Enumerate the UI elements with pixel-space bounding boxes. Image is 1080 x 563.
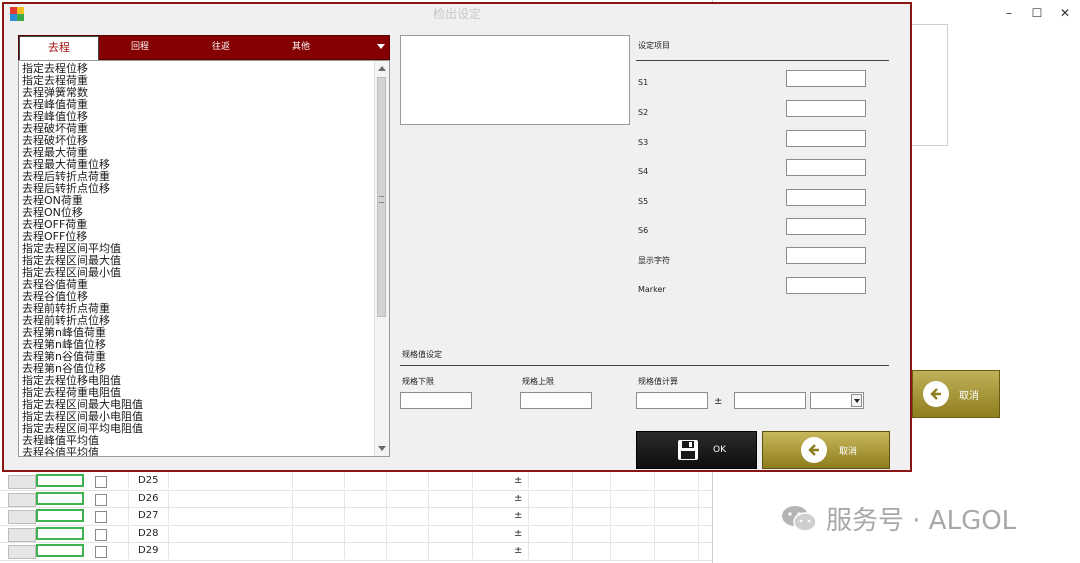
spec-upper-label: 规格上限: [522, 377, 554, 386]
wechat-icon: [782, 505, 817, 532]
back-arrow-icon: [923, 381, 949, 407]
s2-input[interactable]: [786, 100, 866, 117]
s6-label: S6: [638, 226, 649, 235]
grip-icon: [379, 196, 384, 203]
row-pm: ±: [514, 527, 523, 539]
s4-input[interactable]: [786, 159, 866, 176]
row-value-input[interactable]: [36, 491, 84, 505]
row-header-cell[interactable]: [8, 510, 36, 524]
row-header-cell[interactable]: [8, 527, 36, 542]
watermark-text: 服务号 · ALGOL: [826, 506, 1017, 536]
s2-label: S2: [638, 108, 649, 117]
row-label: D25: [138, 475, 159, 486]
row-checkbox[interactable]: [95, 511, 107, 523]
table-row[interactable]: D27 ±: [0, 507, 712, 526]
row-label: D29: [138, 545, 159, 556]
s1-input[interactable]: [786, 70, 866, 87]
row-pm: ±: [514, 475, 523, 486]
spec-divider: [400, 365, 889, 366]
row-label: D28: [138, 527, 159, 539]
ok-button[interactable]: OK: [636, 431, 757, 469]
watermark: 服务号 · ALGOL: [780, 500, 1016, 537]
tab-round-trip[interactable]: 往返: [181, 36, 261, 60]
s5-label: S5: [638, 197, 649, 206]
background-table: D25 ± D26 ± D27 ± D28 ± D29 ±: [0, 470, 712, 563]
row-value-input[interactable]: [36, 544, 84, 557]
scroll-thumb[interactable]: [377, 77, 386, 317]
display-char-input[interactable]: [786, 247, 866, 264]
background-cancel-label: 取消: [959, 390, 979, 402]
marker-label: Marker: [638, 285, 666, 294]
list-item[interactable]: 去程谷值平均值: [22, 447, 374, 457]
tab-dropdown-icon[interactable]: [377, 44, 385, 49]
spec-lower-input[interactable]: [400, 392, 472, 409]
table-row[interactable]: D26 ±: [0, 489, 712, 508]
background-cancel-button[interactable]: 取消: [912, 370, 1000, 418]
row-value-input[interactable]: [36, 509, 84, 522]
spec-pm-symbol: ±: [714, 396, 723, 407]
row-checkbox[interactable]: [95, 528, 107, 541]
s6-input[interactable]: [786, 218, 866, 235]
spec-unit-select[interactable]: [810, 392, 864, 409]
row-checkbox[interactable]: [95, 546, 107, 558]
spec-tolerance-input[interactable]: [734, 392, 806, 409]
row-checkbox[interactable]: [95, 476, 107, 488]
scroll-down-icon[interactable]: [378, 446, 386, 451]
ok-label: OK: [713, 445, 726, 455]
spec-calc-input[interactable]: [636, 392, 708, 409]
tab-outbound[interactable]: 去程: [19, 36, 99, 61]
close-icon[interactable]: ✕: [1058, 6, 1072, 20]
settings-header: 设定项目: [638, 41, 670, 50]
row-header-cell[interactable]: [8, 545, 36, 559]
table-row[interactable]: D28 ±: [0, 524, 712, 543]
spec-header: 规格值设定: [402, 350, 442, 359]
row-header-cell[interactable]: [8, 492, 36, 507]
dialog-title: 检出设定: [432, 7, 481, 21]
maximize-icon[interactable]: ☐: [1030, 6, 1044, 20]
display-char-label: 显示字符: [638, 256, 670, 265]
back-arrow-icon: [801, 437, 827, 463]
row-checkbox[interactable]: [95, 493, 107, 506]
s5-input[interactable]: [786, 189, 866, 206]
list-content: 指定去程位移 指定去程荷重 去程弹簧常数 去程峰值荷重 去程峰值位移 去程破坏荷重 去程破坏…: [22, 63, 374, 457]
tab-return[interactable]: 回程: [99, 36, 181, 60]
detection-item-list[interactable]: 指定去程位移 指定去程荷重 去程弹簧常数 去程峰值荷重 去程峰值位移 去程破坏荷重 去程破坏…: [18, 60, 390, 457]
row-value-input[interactable]: [36, 526, 84, 540]
marker-input[interactable]: [786, 277, 866, 294]
spec-lower-label: 规格下限: [402, 377, 434, 386]
minimize-icon[interactable]: –: [1002, 6, 1016, 20]
row-label: D27: [138, 510, 159, 521]
s3-label: S3: [638, 138, 649, 147]
row-label: D26: [138, 492, 159, 504]
window-controls: – ☐ ✕: [1002, 6, 1072, 20]
spec-calc-label: 规格值计算: [638, 377, 678, 386]
row-header-cell[interactable]: [8, 475, 36, 489]
background-text-box: [910, 24, 948, 146]
row-value-input[interactable]: [36, 474, 84, 487]
chevron-down-icon[interactable]: [851, 394, 862, 407]
preview-box: [400, 35, 630, 125]
s4-label: S4: [638, 167, 649, 176]
row-pm: ±: [514, 545, 523, 556]
s1-label: S1: [638, 78, 649, 87]
table-row[interactable]: D25 ±: [0, 472, 712, 491]
row-pm: ±: [514, 510, 523, 521]
s3-input[interactable]: [786, 130, 866, 147]
scroll-up-icon[interactable]: [378, 66, 386, 71]
tab-other[interactable]: 其他: [261, 36, 341, 60]
list-scrollbar[interactable]: [374, 61, 389, 456]
cancel-button[interactable]: 取消: [762, 431, 890, 469]
detection-settings-dialog: 检出设定 去程 回程 往返 其他 指定去程位移 指定去程荷重 去程弹簧常数 去程峰值荷…: [2, 2, 912, 472]
spec-upper-input[interactable]: [520, 392, 592, 409]
tab-strip: 去程 回程 往返 其他: [18, 35, 390, 61]
row-pm: ±: [514, 492, 523, 504]
table-row[interactable]: D29 ±: [0, 542, 712, 561]
save-icon: [678, 440, 698, 460]
cancel-label: 取消: [839, 446, 858, 457]
settings-divider: [636, 60, 889, 61]
